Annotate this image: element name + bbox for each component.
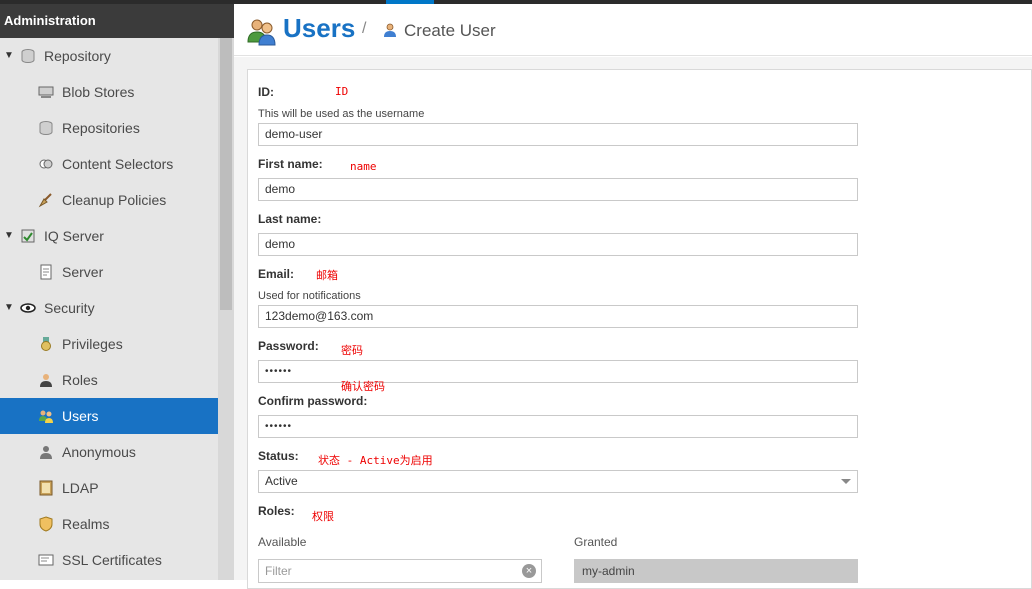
sidebar-item-label: Privileges — [62, 336, 123, 352]
server-icon — [38, 77, 54, 98]
selector-icon — [38, 149, 54, 169]
last-name-input[interactable]: demo — [258, 233, 858, 256]
sidebar-item-label: Blob Stores — [62, 84, 135, 100]
sidebar-item-label: Server — [62, 264, 104, 280]
expand-arrow-icon[interactable]: ▼ — [4, 38, 14, 74]
sidebar-item-repository[interactable]: ▼ Repository — [0, 38, 218, 74]
sidebar-item-roles[interactable]: Roles — [0, 362, 218, 398]
roles-granted-label: Granted — [574, 535, 618, 549]
confirm-password-label: Confirm password: — [258, 394, 368, 408]
sidebar-item-content-selectors[interactable]: Content Selectors — [0, 146, 218, 182]
shield-icon — [38, 509, 54, 532]
users-icon — [38, 401, 54, 423]
status-label: Status: — [258, 449, 299, 463]
sidebar-list: ▼ Repository Blob Stores Repositories Conten… — [0, 38, 234, 578]
iq-server-icon — [20, 221, 36, 243]
broom-icon — [38, 185, 54, 208]
breadcrumb-separator: / — [362, 20, 367, 37]
sidebar-item-label: Users — [62, 408, 99, 424]
expand-arrow-icon[interactable]: ▼ — [4, 218, 14, 254]
sidebar-item-blob-stores[interactable]: Blob Stores — [0, 74, 218, 110]
database-icon — [20, 41, 36, 64]
clear-icon[interactable]: × — [522, 564, 536, 578]
sidebar-item-realms[interactable]: Realms — [0, 506, 218, 542]
page-title: Users — [283, 13, 356, 43]
person-icon — [38, 437, 54, 459]
sidebar: Administration ▼ Repository Blob Stores Rep… — [0, 4, 234, 580]
granted-role-item[interactable]: my-admin — [574, 559, 858, 583]
confirm-password-input[interactable]: •••••• — [258, 415, 858, 438]
email-help: Used for notifications — [258, 290, 361, 302]
sidebar-item-label: Cleanup Policies — [62, 192, 167, 208]
sidebar-item-label: Anonymous — [62, 444, 136, 460]
database-icon — [38, 113, 54, 136]
sidebar-item-label: LDAP — [62, 480, 99, 496]
first-name-annotation: name — [350, 160, 377, 173]
users-icon — [247, 19, 276, 46]
roles-available-label: Available — [258, 535, 307, 549]
status-select-value: Active — [265, 474, 298, 488]
id-annotation: ID — [335, 85, 349, 98]
sidebar-item-label: Roles — [62, 372, 98, 388]
role-icon — [38, 365, 54, 387]
sidebar-item-label: SSL Certificates — [62, 552, 162, 568]
sidebar-item-label: Content Selectors — [62, 156, 174, 172]
sidebar-item-label: Repositories — [62, 120, 140, 136]
user-icon — [384, 23, 396, 37]
sidebar-item-users[interactable]: Users — [0, 398, 218, 434]
sidebar-item-label: IQ Server — [44, 228, 104, 244]
sidebar-item-label: Realms — [62, 516, 110, 532]
sidebar-item-cleanup-policies[interactable]: Cleanup Policies — [0, 182, 218, 218]
sidebar-item-ldap[interactable]: LDAP — [0, 470, 218, 506]
sidebar-item-iq-server[interactable]: ▼ IQ Server — [0, 218, 218, 254]
eye-icon — [20, 293, 36, 313]
roles-annotation: 权限 — [312, 510, 334, 523]
chevron-down-icon[interactable] — [841, 479, 851, 484]
certificate-icon — [38, 545, 54, 566]
sidebar-item-anonymous[interactable]: Anonymous — [0, 434, 218, 470]
sidebar-item-label: Repository — [44, 48, 111, 64]
sidebar-item-repositories[interactable]: Repositories — [0, 110, 218, 146]
email-annotation: 邮箱 — [316, 269, 338, 282]
sidebar-item-ssl-certificates[interactable]: SSL Certificates — [0, 542, 218, 578]
confirm-password-annotation: 确认密码 — [341, 380, 385, 393]
book-icon — [38, 473, 54, 496]
page-header: Users / Create User — [234, 4, 1032, 56]
email-label: Email: — [258, 267, 295, 281]
create-user-form: ID: ID This will be used as the username… — [247, 69, 1032, 589]
id-help: This will be used as the username — [258, 108, 425, 120]
last-name-label: Last name: — [258, 212, 322, 226]
sidebar-item-privileges[interactable]: Privileges — [0, 326, 218, 362]
id-input[interactable]: demo-user — [258, 123, 858, 146]
roles-filter-placeholder: Filter — [265, 564, 292, 578]
password-label: Password: — [258, 339, 319, 353]
document-icon — [38, 257, 54, 280]
sidebar-item-security[interactable]: ▼ Security — [0, 290, 218, 326]
status-select[interactable]: Active — [258, 470, 858, 493]
first-name-input[interactable]: demo — [258, 178, 858, 201]
password-annotation: 密码 — [341, 344, 363, 357]
sidebar-scrollbar[interactable] — [218, 38, 234, 580]
sidebar-header: Administration — [0, 4, 234, 38]
breadcrumb-create-user[interactable]: Create User — [404, 21, 496, 41]
roles-filter-input[interactable]: Filter × — [258, 559, 542, 583]
email-input[interactable]: 123demo@163.com — [258, 305, 858, 328]
roles-label: Roles: — [258, 504, 295, 518]
sidebar-scrollbar-thumb[interactable] — [220, 38, 232, 310]
content-area: ID: ID This will be used as the username… — [234, 57, 1032, 589]
id-label: ID: — [258, 85, 274, 99]
first-name-label: First name: — [258, 157, 323, 171]
status-annotation: 状态 - Active为启用 — [318, 454, 433, 467]
sidebar-item-server[interactable]: Server — [0, 254, 218, 290]
sidebar-item-label: Security — [44, 300, 95, 316]
expand-arrow-icon[interactable]: ▼ — [4, 290, 14, 326]
medal-icon — [38, 329, 54, 351]
